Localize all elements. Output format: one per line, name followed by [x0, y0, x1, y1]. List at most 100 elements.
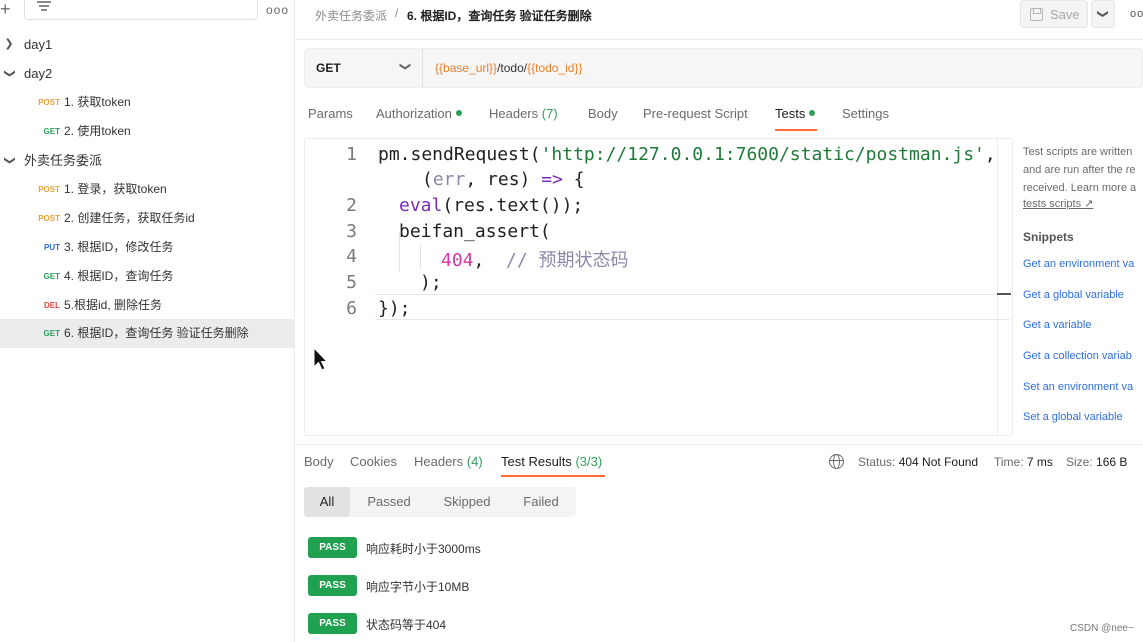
tab-label: Headers [489, 106, 539, 121]
response-tab-body[interactable]: Body [304, 454, 334, 469]
method-badge: POST [38, 185, 60, 194]
breadcrumb-current[interactable]: 6. 根据ID，查询任务 验证任务删除 [407, 7, 592, 24]
request-item-selected[interactable]: GET 6. 根据ID，查询任务 验证任务删除 [0, 319, 295, 348]
status-dot [455, 110, 462, 116]
filter-passed[interactable]: Passed [356, 487, 422, 517]
tab-label: Test Results [501, 454, 572, 469]
globe-icon[interactable] [829, 454, 844, 469]
request-item[interactable]: POST 1. 获取token [0, 88, 295, 117]
tab-label: Tests [775, 106, 806, 121]
code-line: beifan_assert( [399, 221, 551, 242]
tests-scripts-link[interactable]: tests scripts ↗ [1023, 197, 1093, 210]
url-bar: GET ❯ {{base_url}}/todo/{{todo_id}} [304, 48, 1143, 88]
response-time[interactable]: Time: 7 ms [994, 455, 1053, 469]
header-more-icon[interactable]: oo [1130, 8, 1143, 20]
request-item[interactable]: GET 2. 使用token [0, 117, 295, 146]
request-label: 1. 登录，获取token [64, 182, 167, 196]
snippet-link[interactable]: Get an environment va [1023, 258, 1143, 270]
url-variable: {{todo_id}} [527, 61, 583, 75]
sidebar: + ooo ❯ day1 ❯ day2 POST 1. 获取token GET … [0, 0, 295, 642]
sidebar-search-input[interactable] [24, 0, 258, 20]
chevron-down-icon: ❯ [399, 61, 412, 72]
tab-headers[interactable]: Headers (7) [489, 106, 558, 121]
chevron-right-icon[interactable]: ❯ [3, 30, 15, 59]
line-number: 3 [346, 221, 357, 242]
url-input[interactable]: {{base_url}}/todo/{{todo_id}} [435, 61, 583, 75]
breadcrumb-parent[interactable]: 外卖任务委派 [315, 7, 387, 24]
tab-prerequest[interactable]: Pre-request Script [643, 106, 748, 121]
folder-waimai[interactable]: ❯ 外卖任务委派 [0, 146, 295, 175]
editor-scrollbar[interactable] [997, 139, 998, 435]
method-select[interactable]: GET ❯ [305, 49, 423, 87]
request-label: 3. 根据ID，修改任务 [64, 240, 174, 254]
add-icon[interactable]: + [0, 0, 11, 20]
request-item[interactable]: DEL 5.根据id, 删除任务 [0, 291, 295, 320]
snippet-link[interactable]: Get a collection variab [1023, 350, 1143, 362]
sidebar-more-icon[interactable]: ooo [266, 0, 289, 20]
test-name: 状态码等于404 [366, 618, 447, 632]
line-number: 4 [346, 246, 357, 267]
snippet-link[interactable]: Get a global variable [1023, 289, 1143, 301]
tab-settings[interactable]: Settings [842, 106, 889, 121]
save-button[interactable]: Save [1020, 0, 1088, 28]
current-line-highlight [375, 294, 1010, 320]
request-item[interactable]: POST 2. 创建任务，获取任务id [0, 204, 295, 233]
method-badge: POST [38, 98, 60, 107]
request-label: 4. 根据ID，查询任务 [64, 269, 174, 283]
folder-day1[interactable]: ❯ day1 [0, 30, 295, 59]
line-number: 5 [346, 272, 357, 293]
request-item[interactable]: PUT 3. 根据ID，修改任务 [0, 233, 295, 262]
request-label: 1. 获取token [64, 95, 131, 109]
save-label: Save [1050, 7, 1080, 22]
tab-params[interactable]: Params [308, 106, 353, 121]
tab-body[interactable]: Body [588, 106, 618, 121]
snippet-link[interactable]: Get a variable [1023, 319, 1143, 331]
response-status[interactable]: Status: 404 Not Found [858, 455, 978, 469]
request-label: 2. 使用token [64, 124, 131, 138]
save-icon [1030, 8, 1043, 21]
test-name: 响应字节小于10MB [366, 580, 470, 594]
editor-scroll-thumb[interactable] [997, 293, 1011, 295]
tab-label: Headers [414, 454, 464, 469]
snippets-title: Snippets [1023, 230, 1074, 244]
request-label: 2. 创建任务，获取任务id [64, 211, 195, 225]
filter-failed[interactable]: Failed [512, 487, 570, 517]
chevron-down-icon[interactable]: ❯ [0, 68, 24, 80]
code-line: 404, // 预期状态码 [441, 250, 629, 271]
code-line: ); [420, 272, 442, 293]
test-script-editor[interactable]: 1 2 3 4 5 6 pm.sendRequest('http://127.0… [304, 138, 1013, 436]
tab-label: Authorization [376, 106, 452, 121]
snippet-link[interactable]: Set an environment va [1023, 381, 1143, 393]
tab-tests[interactable]: Tests [775, 106, 816, 121]
chevron-down-icon[interactable]: ❯ [0, 155, 24, 167]
response-divider[interactable] [296, 444, 1143, 445]
tab-count: (3/3) [575, 454, 603, 469]
response-tab-headers[interactable]: Headers (4) [414, 454, 483, 469]
pass-badge: PASS [308, 537, 357, 558]
save-dropdown-button[interactable]: ❯ [1091, 0, 1115, 28]
tab-authorization[interactable]: Authorization [376, 106, 462, 121]
active-tab-indicator [501, 475, 605, 477]
response-size[interactable]: Size: 166 B [1066, 455, 1127, 469]
request-label: 5.根据id, 删除任务 [64, 298, 163, 312]
snippet-link[interactable]: Set a global variable [1023, 411, 1143, 423]
method-badge: PUT [44, 243, 60, 252]
code-line: }); [378, 298, 411, 319]
test-results-filter: All Passed Skipped Failed [304, 487, 576, 517]
request-item[interactable]: POST 1. 登录，获取token [0, 175, 295, 204]
filter-icon[interactable] [37, 1, 51, 11]
request-header: 外卖任务委派 / 6. 根据ID，查询任务 验证任务删除 Save ❯ oo [296, 0, 1143, 40]
response-tab-test-results[interactable]: Test Results (3/3) [501, 454, 602, 469]
method-badge: GET [43, 272, 60, 281]
active-tab-indicator [775, 129, 817, 131]
folder-day2[interactable]: ❯ day2 [0, 59, 295, 88]
request-label: 6. 根据ID，查询任务 验证任务删除 [64, 326, 249, 340]
request-item[interactable]: GET 4. 根据ID，查询任务 [0, 262, 295, 291]
tab-count: (7) [541, 106, 558, 121]
tab-count: (4) [466, 454, 483, 469]
method-badge: POST [38, 214, 60, 223]
filter-skipped[interactable]: Skipped [426, 487, 508, 517]
filter-all[interactable]: All [304, 487, 350, 517]
chevron-down-icon: ❯ [1097, 9, 1109, 19]
response-tab-cookies[interactable]: Cookies [350, 454, 397, 469]
